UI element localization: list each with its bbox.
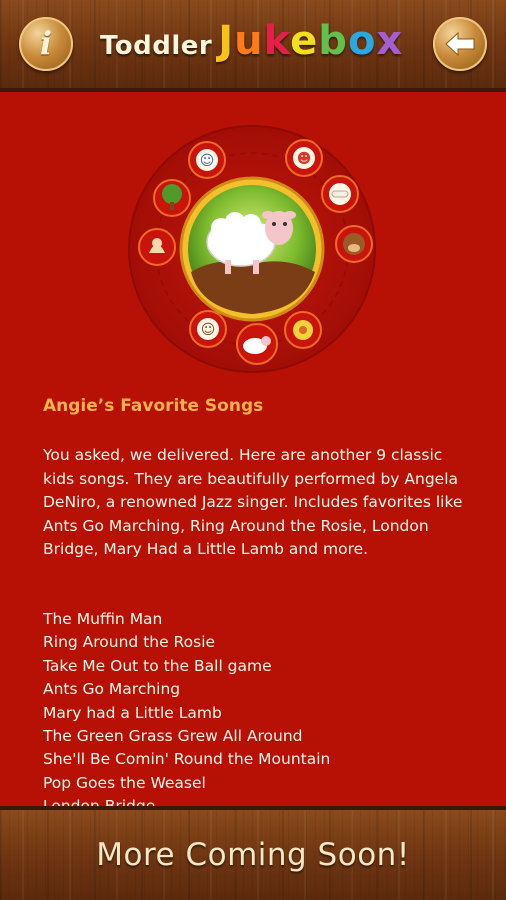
info-icon: i — [39, 24, 53, 62]
album-title: Angie’s Favorite Songs — [43, 396, 264, 416]
app-title: Toddler Jukebox — [100, 18, 405, 70]
footer-bar: More Coming Soon! — [0, 806, 506, 900]
wheel-item-bone[interactable] — [321, 175, 359, 213]
title-letter: x — [376, 18, 404, 64]
song-wheel[interactable]: ☺ ☻ ☺ — [127, 124, 377, 374]
title-letter: J — [218, 18, 235, 64]
header-bar: i Toddler Jukebox — [0, 0, 506, 92]
title-jukebox: Jukebox — [218, 18, 403, 64]
wheel-item-monkey[interactable] — [335, 225, 373, 263]
farmer-icon: ☺ — [200, 153, 215, 169]
title-letter: u — [234, 18, 264, 64]
list-item: Ring Around the Rosie — [43, 633, 216, 652]
content-area[interactable]: ☺ ☻ ☺ Angie’s Favorite Songs You asked, … — [0, 92, 506, 810]
list-item: Mary had a Little Lamb — [43, 703, 222, 722]
wheel-item-farmer[interactable]: ☺ — [188, 141, 226, 179]
center-sheep-button[interactable] — [179, 176, 325, 322]
list-item: She'll Be Comin' Round the Mountain — [43, 750, 331, 769]
list-item: Pop Goes the Weasel — [43, 773, 206, 792]
title-letter: o — [347, 18, 377, 64]
album-description: You asked, we delivered. Here are anothe… — [43, 446, 463, 558]
list-item: Ants Go Marching — [43, 680, 181, 699]
list-item: The Green Grass Grew All Around — [43, 727, 303, 746]
wheel-item-sheep[interactable] — [236, 323, 278, 365]
info-button[interactable]: i — [19, 17, 73, 71]
title-letter: k — [263, 18, 291, 64]
girl-icon: ☻ — [297, 151, 312, 167]
list-item: Take Me Out to the Ball game — [43, 656, 272, 675]
list-item: The Muffin Man — [43, 610, 163, 628]
song-list: The Muffin Man Ring Around the Rosie Tak… — [43, 608, 330, 810]
back-button[interactable] — [433, 17, 487, 71]
more-coming-soon-label: More Coming Soon! — [96, 837, 410, 873]
wheel-item-boy[interactable]: ☺ — [189, 310, 227, 348]
boy-icon: ☺ — [201, 322, 216, 338]
title-toddler: Toddler — [100, 31, 213, 61]
wheel-item-flower[interactable] — [284, 311, 322, 349]
wheel-item-girl[interactable]: ☻ — [285, 139, 323, 177]
wheel-item-tree[interactable] — [153, 179, 191, 217]
wheel-item-cat[interactable] — [138, 228, 176, 266]
title-letter: b — [318, 18, 348, 64]
tree-icon — [162, 184, 182, 204]
back-arrow-icon — [445, 31, 475, 57]
title-letter: e — [290, 18, 319, 64]
bone-icon — [331, 190, 349, 198]
